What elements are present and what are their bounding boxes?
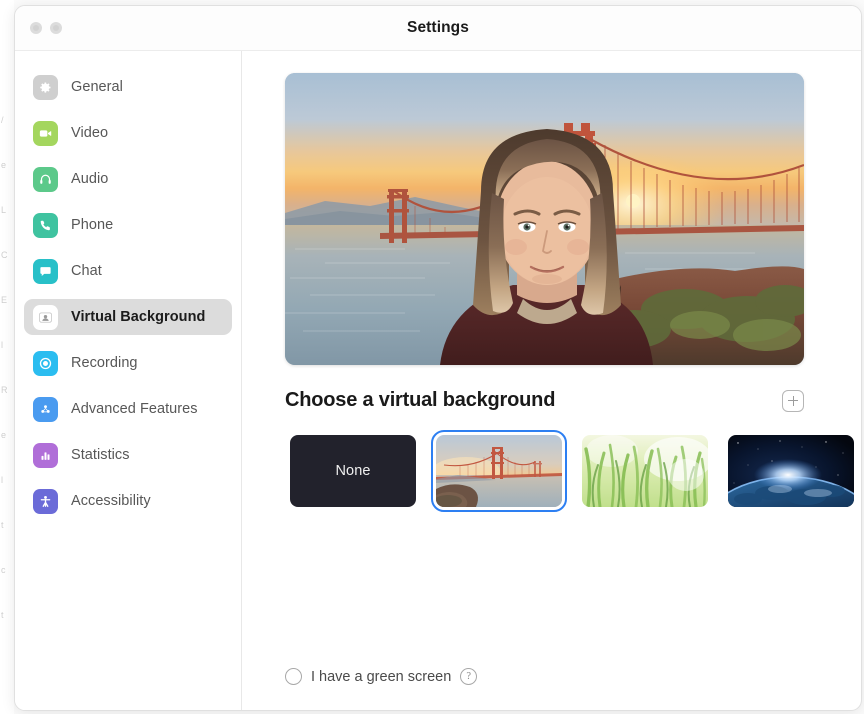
background-image-tile xyxy=(582,435,708,507)
sidebar-item-audio[interactable]: Audio xyxy=(24,161,232,197)
background-text-fragment: t xyxy=(1,520,4,530)
background-text-fragment: c xyxy=(1,565,6,575)
sidebar-item-label: Accessibility xyxy=(71,493,151,509)
none-background-tile: None xyxy=(290,435,416,507)
record-circle-icon xyxy=(33,350,58,376)
sidebar-item-general[interactable]: General xyxy=(24,69,232,105)
background-text-fragment: e xyxy=(1,160,7,170)
sidebar-item-phone[interactable]: Phone xyxy=(24,207,232,243)
content-pane: Choose a virtual background None I have … xyxy=(242,51,861,710)
sidebar-item-label: Recording xyxy=(71,355,138,371)
background-text-fragment: e xyxy=(1,430,7,440)
background-thumbnail-grass[interactable] xyxy=(577,430,713,512)
sparkle-icon xyxy=(33,396,58,422)
video-camera-icon xyxy=(33,120,58,146)
sidebar-item-virtual-background[interactable]: Virtual Background xyxy=(24,299,232,335)
screen: / e L C El Re l t c t Settings General Video Audio P… xyxy=(0,0,864,714)
sidebar-item-label: Chat xyxy=(71,263,102,279)
settings-window: Settings General Video Audio Phone Chat Virtu… xyxy=(14,5,862,711)
sidebar-item-label: Virtual Background xyxy=(71,309,206,325)
help-icon[interactable]: ? xyxy=(460,668,478,685)
background-image-tile xyxy=(436,435,562,507)
background-text-fragment: C xyxy=(1,250,8,260)
bar-chart-icon xyxy=(33,442,58,468)
background-text-fragment: L xyxy=(1,205,7,215)
green-screen-label: I have a green screen xyxy=(311,668,452,685)
background-thumbnail-earth-from-space[interactable] xyxy=(723,430,859,512)
sidebar-item-advanced-features[interactable]: Advanced Features xyxy=(24,391,232,427)
sidebar: General Video Audio Phone Chat Virtual Backgr… xyxy=(15,51,242,710)
sidebar-item-video[interactable]: Video xyxy=(24,115,232,151)
none-label: None xyxy=(335,463,371,479)
sidebar-item-recording[interactable]: Recording xyxy=(24,345,232,381)
background-text-fragment: l xyxy=(1,475,3,485)
background-text-fragment: E xyxy=(1,295,8,305)
background-text-fragment: t xyxy=(1,610,4,620)
background-text-fragment: R xyxy=(1,385,8,395)
phone-icon xyxy=(33,212,58,238)
headphones-icon xyxy=(33,166,58,192)
accessibility-icon xyxy=(33,488,58,514)
sidebar-item-label: Phone xyxy=(71,217,114,233)
gear-icon xyxy=(33,74,58,100)
green-screen-row: I have a green screen ? xyxy=(285,668,478,685)
window-titlebar: Settings xyxy=(15,6,861,51)
background-window: / e L C El Re l t c t xyxy=(0,0,14,714)
sidebar-item-statistics[interactable]: Statistics xyxy=(24,437,232,473)
background-text-fragment: l xyxy=(1,340,3,350)
person-card-icon xyxy=(33,304,58,330)
sidebar-item-label: Statistics xyxy=(71,447,130,463)
green-screen-checkbox[interactable] xyxy=(285,668,302,685)
background-thumbnail-none[interactable]: None xyxy=(285,430,421,512)
sidebar-item-label: Advanced Features xyxy=(71,401,198,417)
add-background-button[interactable] xyxy=(782,389,804,412)
background-text-fragment: / xyxy=(1,115,4,125)
preview-image xyxy=(285,73,804,365)
page-title: Choose a virtual background xyxy=(285,389,556,411)
window-body: General Video Audio Phone Chat Virtual Backgr… xyxy=(15,51,861,710)
sidebar-item-label: Video xyxy=(71,125,109,141)
sidebar-item-chat[interactable]: Chat xyxy=(24,253,232,289)
background-thumbnail-list: None xyxy=(285,430,859,512)
sidebar-item-label: General xyxy=(71,79,123,95)
section-header: Choose a virtual background xyxy=(285,389,804,412)
sidebar-item-accessibility[interactable]: Accessibility xyxy=(24,483,232,519)
sidebar-item-label: Audio xyxy=(71,171,109,187)
video-preview xyxy=(285,73,804,365)
window-title: Settings xyxy=(407,19,469,36)
background-thumbnail-golden-gate-bridge[interactable] xyxy=(431,430,567,512)
background-image-tile xyxy=(728,435,854,507)
chat-bubble-icon xyxy=(33,258,58,284)
